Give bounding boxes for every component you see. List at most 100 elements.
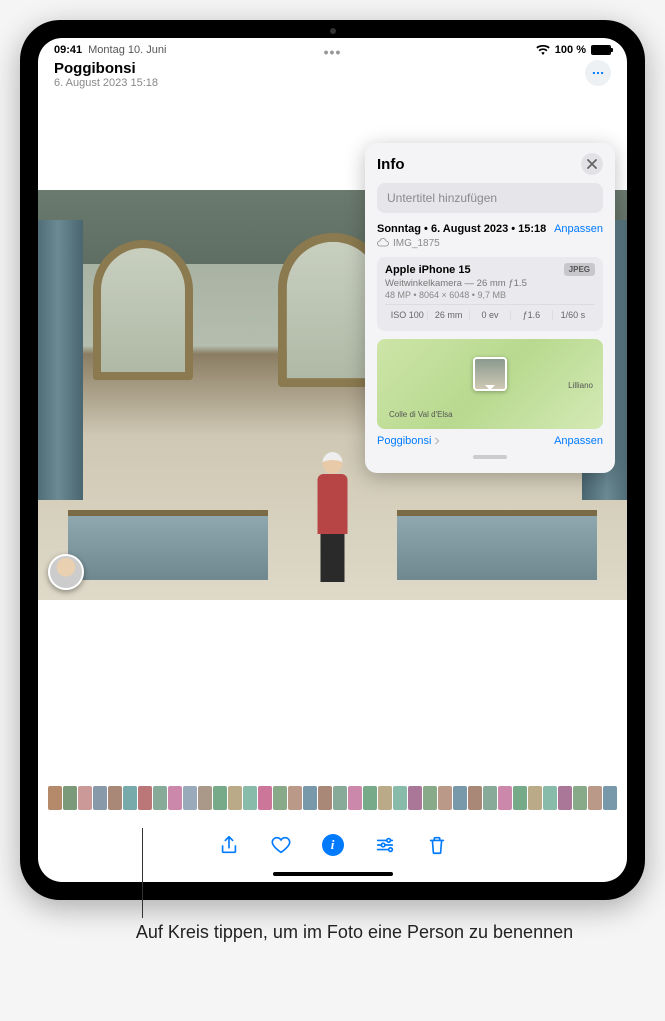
location-link[interactable]: Poggibonsi xyxy=(377,435,441,447)
info-panel: Info Untertitel hinzufügen Sonntag • 6. … xyxy=(365,143,615,473)
callout-text: Auf Kreis tippen, um im Foto eine Person… xyxy=(136,920,573,944)
lens-info: Weitwinkelkamera — 26 mm ƒ1.5 xyxy=(385,278,595,289)
thumbnail[interactable] xyxy=(78,786,92,810)
callout: Auf Kreis tippen, um im Foto eine Person… xyxy=(92,920,573,944)
thumbnail[interactable] xyxy=(603,786,617,810)
thumbnail[interactable] xyxy=(213,786,227,810)
thumbnail[interactable] xyxy=(288,786,302,810)
thumbnail[interactable] xyxy=(243,786,257,810)
thumbnail[interactable] xyxy=(93,786,107,810)
thumbnail[interactable] xyxy=(378,786,392,810)
thumbnail[interactable] xyxy=(273,786,287,810)
location-link-text: Poggibonsi xyxy=(377,435,431,447)
battery-percent: 100 % xyxy=(555,44,586,56)
thumbnail[interactable] xyxy=(393,786,407,810)
close-icon xyxy=(587,159,597,169)
exif-focal: 26 mm xyxy=(428,310,469,320)
caption-input[interactable]: Untertitel hinzufügen xyxy=(377,183,603,213)
thumbnail[interactable] xyxy=(198,786,212,810)
favorite-icon[interactable] xyxy=(270,834,292,856)
status-bar: 09:41 Montag 10. Juni ••• 100 % xyxy=(38,38,627,58)
thumbnail[interactable] xyxy=(318,786,332,810)
thumbnail[interactable] xyxy=(153,786,167,810)
photo-decor xyxy=(397,510,597,580)
trash-icon[interactable] xyxy=(426,834,448,856)
share-icon[interactable] xyxy=(218,834,240,856)
panel-drag-handle[interactable] xyxy=(473,455,507,459)
photo-viewer[interactable]: Info Untertitel hinzufügen Sonntag • 6. … xyxy=(38,95,627,655)
adjust-location-link[interactable]: Anpassen xyxy=(554,435,603,447)
photo-header: Poggibonsi 6. August 2023 15:18 xyxy=(38,58,627,95)
adjust-icon[interactable] xyxy=(374,834,396,856)
photo-decor xyxy=(68,510,268,580)
photo-datetime: 6. August 2023 15:18 xyxy=(54,77,158,89)
face-tag-circle[interactable] xyxy=(48,554,84,590)
thumbnail[interactable] xyxy=(333,786,347,810)
thumbnail[interactable] xyxy=(123,786,137,810)
photo-decor xyxy=(93,240,193,380)
thumbnail[interactable] xyxy=(528,786,542,810)
map-place-label: Colle di Val d'Elsa xyxy=(389,410,453,419)
info-panel-title: Info xyxy=(377,156,405,173)
status-date: Montag 10. Juni xyxy=(88,44,166,56)
device-name: Apple iPhone 15 xyxy=(385,264,471,276)
exif-aperture: ƒ1.6 xyxy=(511,310,552,320)
more-button[interactable] xyxy=(585,60,611,86)
battery-icon xyxy=(591,45,611,55)
thumbnail[interactable] xyxy=(408,786,422,810)
thumbnail[interactable] xyxy=(183,786,197,810)
thumbnail-strip[interactable] xyxy=(38,786,627,810)
map-photo-pin xyxy=(473,357,507,391)
thumbnail[interactable] xyxy=(108,786,122,810)
device-metadata: Apple iPhone 15 JPEG Weitwinkelkamera — … xyxy=(377,257,603,331)
callout-leader-line xyxy=(142,828,143,918)
photo-decor xyxy=(38,220,83,500)
thumbnail[interactable] xyxy=(303,786,317,810)
thumbnail[interactable] xyxy=(63,786,77,810)
location-map[interactable]: Colle di Val d'Elsa Lilliano xyxy=(377,339,603,429)
location-title: Poggibonsi xyxy=(54,60,158,77)
thumbnail[interactable] xyxy=(483,786,497,810)
exif-row: ISO 100 26 mm 0 ev ƒ1.6 1/60 s xyxy=(385,304,595,325)
resolution-info: 48 MP • 8064 × 6048 • 9,7 MB xyxy=(385,290,595,300)
exif-ev: 0 ev xyxy=(470,310,511,320)
thumbnail[interactable] xyxy=(423,786,437,810)
status-time: 09:41 xyxy=(54,44,82,56)
thumbnail[interactable] xyxy=(588,786,602,810)
close-button[interactable] xyxy=(581,153,603,175)
adjust-date-link[interactable]: Anpassen xyxy=(554,223,603,235)
thumbnail[interactable] xyxy=(498,786,512,810)
home-indicator[interactable] xyxy=(273,872,393,876)
ipad-frame: 09:41 Montag 10. Juni ••• 100 % Poggibon… xyxy=(20,20,645,900)
info-button-active[interactable]: i xyxy=(322,834,344,856)
exif-iso: ISO 100 xyxy=(387,310,428,320)
map-place-label: Lilliano xyxy=(568,381,593,390)
thumbnail[interactable] xyxy=(138,786,152,810)
cloud-icon xyxy=(377,237,389,249)
chevron-right-icon xyxy=(433,437,441,445)
thumbnail[interactable] xyxy=(168,786,182,810)
thumbnail[interactable] xyxy=(348,786,362,810)
thumbnail[interactable] xyxy=(258,786,272,810)
bottom-toolbar: i xyxy=(38,834,627,856)
thumbnail[interactable] xyxy=(468,786,482,810)
multitask-indicator[interactable]: ••• xyxy=(324,44,342,60)
format-badge: JPEG xyxy=(564,263,595,276)
filename: IMG_1875 xyxy=(393,238,440,249)
thumbnail[interactable] xyxy=(453,786,467,810)
person-in-photo xyxy=(305,452,360,582)
thumbnail[interactable] xyxy=(48,786,62,810)
thumbnail[interactable] xyxy=(513,786,527,810)
front-camera xyxy=(330,28,336,34)
ellipsis-icon xyxy=(591,66,605,80)
wifi-icon xyxy=(536,45,550,55)
thumbnail[interactable] xyxy=(573,786,587,810)
thumbnail[interactable] xyxy=(228,786,242,810)
screen: 09:41 Montag 10. Juni ••• 100 % Poggibon… xyxy=(38,38,627,882)
thumbnail[interactable] xyxy=(543,786,557,810)
thumbnail[interactable] xyxy=(363,786,377,810)
thumbnail[interactable] xyxy=(558,786,572,810)
exif-shutter: 1/60 s xyxy=(553,310,593,320)
info-date: Sonntag • 6. August 2023 • 15:18 xyxy=(377,223,546,235)
thumbnail[interactable] xyxy=(438,786,452,810)
